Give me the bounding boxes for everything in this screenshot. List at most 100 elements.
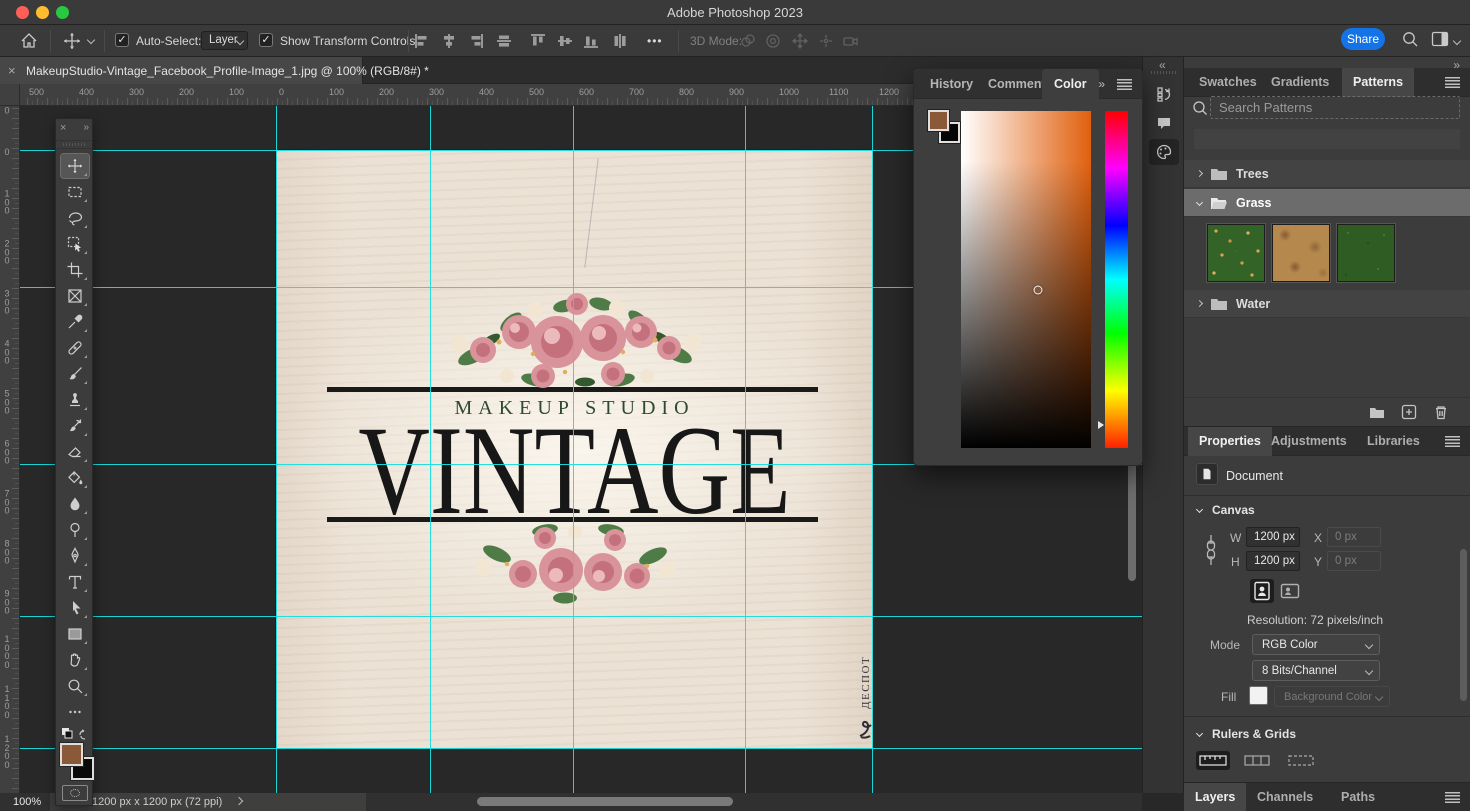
history-panel-icon[interactable] (1149, 81, 1179, 107)
guide-horizontal[interactable] (20, 616, 1142, 617)
bit-depth-dropdown[interactable]: 8 Bits/Channel (1252, 660, 1380, 681)
align-h-centers-icon[interactable] (494, 31, 514, 51)
quick-mask-button[interactable] (62, 785, 88, 801)
tool-zoom[interactable] (61, 674, 89, 698)
tool-clone-stamp[interactable] (61, 388, 89, 412)
tools-more-ellipsis[interactable] (61, 700, 89, 724)
color-panel-icon[interactable] (1149, 139, 1179, 165)
rulers-grids-section-header[interactable]: Rulers & Grids (1212, 727, 1296, 741)
tab-libraries[interactable]: Libraries (1356, 427, 1431, 456)
pattern-group-water[interactable]: Water (1184, 290, 1470, 318)
tool-brush[interactable] (61, 362, 89, 386)
color-foreground-swatch[interactable] (928, 110, 949, 131)
hue-slider[interactable] (1105, 111, 1128, 448)
chevron-down-icon[interactable] (1196, 730, 1203, 737)
height-field[interactable]: 1200 px (1246, 551, 1300, 571)
tool-history-brush[interactable] (61, 414, 89, 438)
tab-paths[interactable]: Paths (1330, 783, 1386, 811)
vertical-ruler[interactable]: 1000100200300400500600700800900100011001… (0, 106, 20, 793)
align-bottom-icon[interactable] (581, 31, 601, 51)
tool-frame[interactable] (61, 284, 89, 308)
tool-path-selection[interactable] (61, 596, 89, 620)
tool-pen[interactable] (61, 544, 89, 568)
pattern-dirt[interactable] (1272, 224, 1330, 282)
share-button[interactable]: Share (1341, 28, 1385, 50)
tools-panel-header[interactable]: × » (56, 119, 92, 141)
chevron-down-icon[interactable] (1196, 506, 1203, 513)
tool-move[interactable] (61, 154, 89, 178)
landscape-orientation-button[interactable] (1278, 579, 1302, 603)
properties-menu-icon[interactable] (1445, 436, 1460, 447)
tool-paint-bucket[interactable] (61, 466, 89, 490)
tab-gradients[interactable]: Gradients (1260, 68, 1340, 97)
ruler-origin-box[interactable] (0, 84, 20, 106)
guide-vertical[interactable] (745, 106, 746, 793)
panel-menu-icon[interactable] (1117, 79, 1132, 90)
document-tab[interactable]: × MakeupStudio-Vintage_Facebook_Profile-… (0, 57, 363, 84)
tool-crop[interactable] (61, 258, 89, 282)
tool-eraser[interactable] (61, 440, 89, 464)
home-icon[interactable] (19, 31, 39, 51)
tab-color[interactable]: Color (1042, 69, 1099, 99)
auto-select-dropdown[interactable]: Layer (201, 31, 248, 50)
tab-layers[interactable]: Layers (1184, 783, 1246, 811)
tool-marquee[interactable] (61, 180, 89, 204)
tool-preset-chevron-icon[interactable] (87, 36, 95, 44)
canvas-artwork[interactable]: MAKEUP STUDIO VINTAGE ДЕСПОТ (276, 150, 873, 748)
zoom-level-field[interactable]: 100% (13, 796, 41, 808)
tool-object-selection[interactable] (61, 232, 89, 256)
workspace-chevron-icon[interactable] (1453, 37, 1461, 45)
more-options-button[interactable]: ••• (647, 34, 663, 48)
collapse-dock-icon[interactable]: « (1159, 58, 1166, 72)
toggle-guides-button[interactable] (1284, 751, 1318, 770)
workspace-icon[interactable] (1430, 29, 1450, 49)
align-right-icon[interactable] (466, 31, 486, 51)
align-h-center-icon[interactable] (439, 31, 459, 51)
link-dimensions-icon[interactable] (1204, 527, 1218, 573)
guide-horizontal[interactable] (20, 748, 1142, 749)
horizontal-scrollbar[interactable] (477, 797, 733, 806)
layers-menu-icon[interactable] (1445, 792, 1460, 803)
pattern-grass[interactable] (1337, 224, 1395, 282)
patterns-menu-icon[interactable] (1445, 77, 1460, 88)
color-mode-dropdown[interactable]: RGB Color (1252, 634, 1380, 655)
tool-healing-brush[interactable] (61, 336, 89, 360)
toggle-rulers-button[interactable] (1196, 751, 1230, 770)
tool-eyedropper[interactable] (61, 310, 89, 334)
saturation-brightness-field[interactable] (961, 111, 1091, 448)
tab-patterns[interactable]: Patterns (1342, 68, 1414, 97)
new-group-icon[interactable] (1368, 403, 1386, 421)
tool-rectangle[interactable] (61, 622, 89, 646)
tool-lasso[interactable] (61, 206, 89, 230)
tool-blur[interactable] (61, 492, 89, 516)
patterns-search-input[interactable]: Search Patterns (1210, 96, 1460, 119)
expand-tools-icon[interactable]: » (83, 122, 87, 133)
canvas-section-header[interactable]: Canvas (1212, 503, 1255, 517)
foreground-color-swatch[interactable] (60, 743, 83, 766)
tab-swatches[interactable]: Swatches (1188, 68, 1268, 97)
guide-vertical[interactable] (872, 106, 873, 793)
tab-adjustments[interactable]: Adjustments (1260, 427, 1358, 456)
properties-scrollbar[interactable] (1460, 549, 1467, 701)
toggle-grid-button[interactable] (1240, 751, 1274, 770)
search-icon[interactable] (1400, 29, 1420, 49)
close-tab-icon[interactable]: × (8, 63, 16, 78)
guide-vertical[interactable] (276, 106, 277, 793)
color-sample-marker[interactable] (1033, 285, 1042, 294)
pattern-group-grass[interactable]: Grass (1184, 189, 1470, 217)
show-transform-checkbox[interactable]: ✓ (259, 33, 273, 47)
move-tool-options-icon[interactable] (62, 31, 82, 51)
pattern-leaf-litter[interactable] (1207, 224, 1265, 282)
tool-type[interactable] (61, 570, 89, 594)
close-tools-icon[interactable]: × (60, 122, 66, 134)
tool-hand[interactable] (61, 648, 89, 672)
tool-dodge[interactable] (61, 518, 89, 542)
align-v-centers-icon[interactable] (610, 31, 630, 51)
comments-panel-icon[interactable] (1149, 110, 1179, 136)
panel-overflow-icon[interactable]: » (1098, 77, 1106, 91)
guide-vertical[interactable] (573, 106, 574, 793)
delete-icon[interactable] (1432, 403, 1450, 421)
tab-channels[interactable]: Channels (1246, 783, 1324, 811)
pattern-group-trees[interactable]: Trees (1184, 160, 1470, 188)
align-left-icon[interactable] (412, 31, 432, 51)
